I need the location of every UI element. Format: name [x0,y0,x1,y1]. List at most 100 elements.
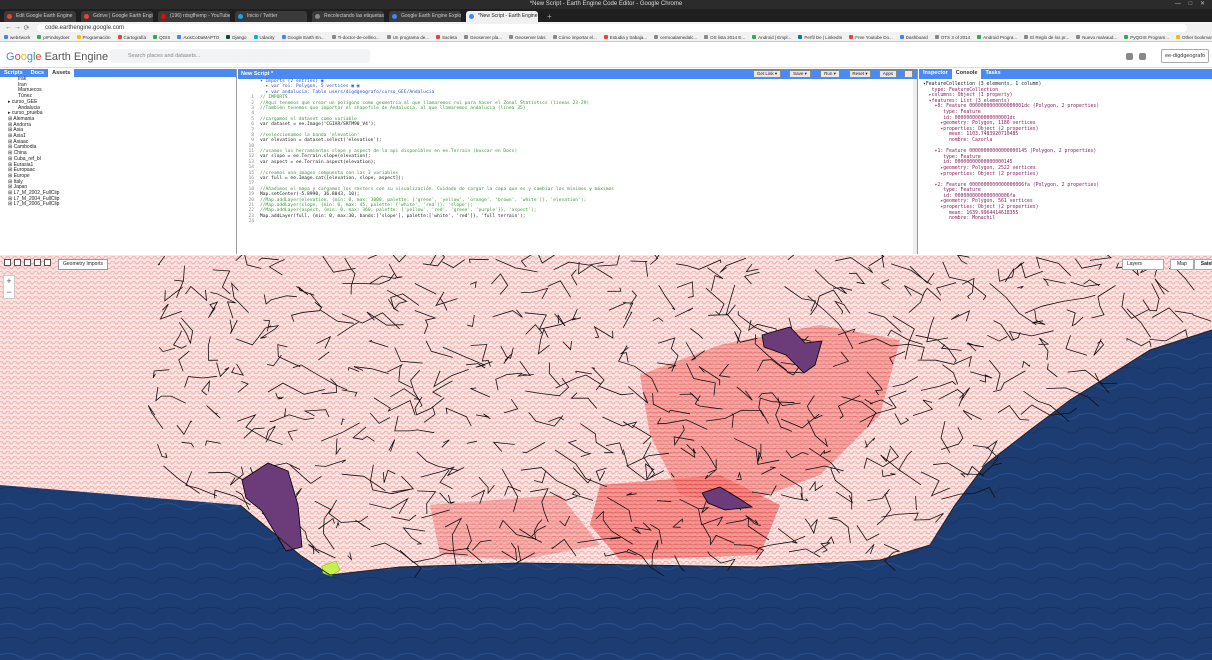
forward-icon[interactable]: → [13,24,22,31]
bookmark-item[interactable]: OS lista 2014 E... [704,35,745,40]
window-controls[interactable]: — □ ✕ [1175,0,1208,9]
address-bar: ← → ⟳ code.earthengine.google.com [0,22,1212,33]
map-type-map[interactable]: Map [1170,259,1194,270]
code-text: //Map.addLayer(aspect, {min: 0, max: 360… [260,208,537,214]
bookmark-icon [752,35,757,39]
feedback-icon[interactable] [1139,53,1146,60]
browser-tab[interactable]: (196) rdsgfhemp - YouTube [158,11,230,22]
bookmark-icon [117,35,122,39]
bookmark-label: Geoserver labs [515,34,546,40]
rectangle-tool-icon[interactable] [44,259,51,266]
tab-assets[interactable]: Assets [48,69,75,77]
bookmark-item[interactable]: Sacleta [435,35,457,40]
back-icon[interactable]: ← [4,24,13,31]
browser-tab[interactable]: Recolectando las etiquetas del mar (c) [312,11,384,22]
tab-console[interactable]: Console [951,69,982,79]
polygon-tool-icon[interactable] [34,259,41,266]
map-view[interactable]: Geometry Imports + − Layers Map Satellit… [0,255,1212,660]
tab-favicon-icon [84,14,89,19]
bookmark-label: Free Youtube Do... [855,34,893,40]
browser-tab[interactable]: Inicio / Twitter [235,11,307,22]
tab-docs[interactable]: Docs [27,69,48,77]
bookmark-item[interactable]: El Reglo de los pr... [1024,35,1069,40]
user-account-button[interactable]: ee-digdgeografo [1161,49,1209,63]
bookmark-item[interactable]: web4work [4,35,30,40]
bookmark-item[interactable]: Android | Empl... [752,35,791,40]
bookmark-item[interactable]: QGIS [153,35,170,40]
code-line[interactable]: 24 [238,219,916,224]
bookmark-item[interactable]: Google Earth En... [281,35,325,40]
bookmark-item[interactable]: Un programa de... [386,35,429,40]
zoom-control: + − [3,275,15,299]
tab-label: Edit Google Earth Engine [16,13,73,19]
reload-icon[interactable]: ⟳ [22,24,31,32]
zoom-in-button[interactable]: + [4,276,14,287]
console-line[interactable]: nombre: Monachil [923,216,1212,222]
console-output: ▾FeatureCollection (3 elements, 1 column… [919,79,1212,222]
map-canvas[interactable] [0,255,1212,660]
bookmark-item[interactable]: Udacity [253,35,275,40]
bookmark-icon [977,35,982,39]
bookmark-item[interactable]: Cartografía [117,34,147,40]
bookmark-item[interactable]: Nuevo malvaud... [1076,35,1117,40]
geometry-imports-button[interactable]: Geometry Imports [58,259,109,270]
bookmark-item[interactable]: Cómo importar el... [552,35,597,40]
tab-favicon-icon [7,14,12,19]
hand-tool-icon[interactable] [4,259,11,266]
bookmark-item[interactable]: Geoserver pla... [463,35,502,40]
bookmark-item[interactable]: Estudia y trabaja... [603,35,647,40]
get-link-button[interactable]: Get Link ▾ [753,70,781,78]
left-panel-tabs: Scripts Docs Assets [0,69,236,77]
line-tool-icon[interactable] [24,259,31,266]
bookmark-item[interactable]: OTS 3 of 2014 [934,35,970,40]
help-icon[interactable] [1126,53,1133,60]
save-button[interactable]: Save ▾ [789,70,811,78]
settings-icon[interactable] [904,70,913,78]
bookmark-label: Android Progra... [983,34,1018,40]
map-type-satellite[interactable]: Satellite [1193,259,1212,270]
bookmark-item[interactable]: Ti-doctor-de-cellino... [331,35,380,40]
bookmark-item[interactable]: Geoserver labs [509,35,546,40]
point-tool-icon[interactable] [14,259,21,266]
tab-label: Google Earth Engine Explorer [401,13,461,19]
bookmark-item[interactable]: Android Progra... [977,35,1017,40]
code-text: var dataset = ee.Image('CGIAR/SRTM90_V4'… [260,122,377,128]
bookmark-item[interactable]: Programación [76,35,111,40]
tab-label: Recolectando las etiquetas del mar (c) [324,13,384,19]
line-number: 24 [248,219,254,225]
earth-engine-logo[interactable]: Google Earth Engine [6,51,108,63]
bookmark-item[interactable]: Free Youtube Do... [849,35,893,40]
bookmark-item[interactable]: Perfil De | LinkedIn [798,35,842,40]
bookmark-item[interactable]: cerrooalamedalc... [654,35,697,40]
browser-tab[interactable]: Google Earth Engine Explorer [389,11,461,22]
code-text: //creamos una imagen compuesta con las 3… [260,170,399,176]
bookmark-item[interactable]: AxisCoDaMAPTO [177,35,219,40]
browser-tab[interactable]: Edit Google Earth Engine [4,11,76,22]
code-text: //Map.addLayer(elevation, {min: 0, max: … [260,197,587,203]
tab-tasks[interactable]: Tasks [981,69,1004,79]
layers-button[interactable]: Layers [1122,259,1164,270]
bookmark-icon [798,35,803,39]
url-input[interactable]: code.earthengine.google.com [37,23,1187,32]
browser-tab[interactable]: *New Script - Earth Engine Co [466,11,538,22]
zoom-out-button[interactable]: − [4,287,14,298]
bookmark-item[interactable]: Other bookmarks [1175,35,1212,40]
editor-scrollbar[interactable] [913,79,917,254]
run-button[interactable]: Run ▾ [820,70,840,78]
tab-favicon-icon [161,14,166,19]
bookmark-item[interactable]: PyQGIS Program... [1124,35,1169,40]
bookmark-label: Cartografía [123,34,147,40]
apps-button[interactable]: Apps [879,70,897,78]
bookmark-item[interactable]: Dashboard [899,35,928,40]
tab-inspector[interactable]: Inspector [919,69,952,79]
new-tab-button[interactable]: + [543,11,556,22]
reset-button[interactable]: Reset ▾ [849,70,871,78]
code-editor: New Script * Get Link ▾ Save ▾ Run ▾ Res… [238,69,918,254]
tab-label: (196) rdsgfhemp - YouTube [170,13,230,19]
bookmark-item[interactable]: Django [226,35,247,40]
code-area[interactable]: ▾ Imports (2 entries) ▣ ▸ var roi: Polyg… [238,79,916,254]
search-input[interactable]: Search places and datasets... [110,49,370,63]
browser-tab[interactable]: Gdrive | Google Earth Engine [81,11,153,22]
asset-item[interactable]: ⊞ L7_M_2006_FullClip [8,202,236,208]
bookmark-item[interactable]: prFindsydoer [37,35,70,40]
